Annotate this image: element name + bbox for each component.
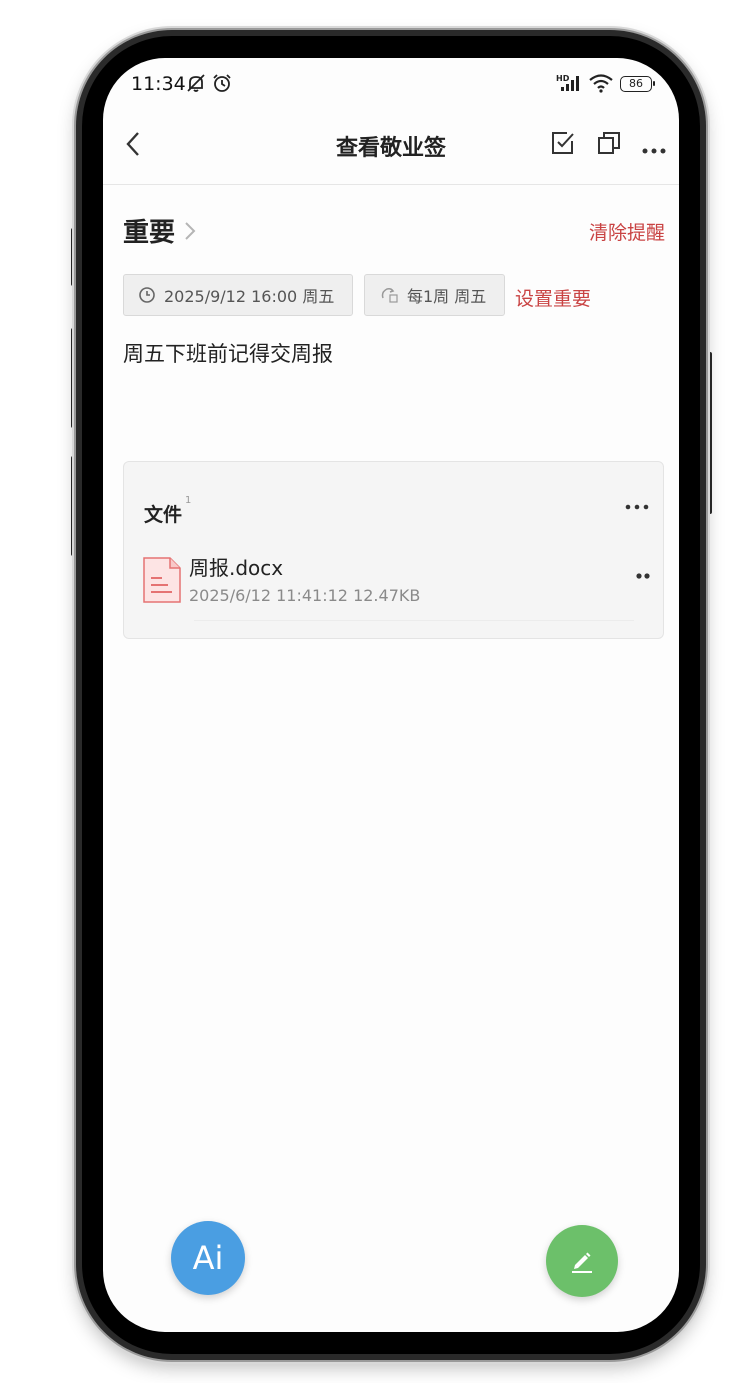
category-title[interactable]: 重要 bbox=[123, 212, 175, 249]
clear-reminder-link[interactable]: 清除提醒 bbox=[589, 218, 665, 245]
pencil-icon bbox=[572, 1252, 592, 1273]
repeat-text: 每1周 周五 bbox=[407, 287, 487, 306]
attachments-card: 文件 1 周报.docx 2025/6/12 11:41:12 12.47KB bbox=[123, 461, 664, 639]
battery-tip bbox=[653, 81, 655, 86]
attachments-title: 文件 bbox=[144, 504, 183, 526]
clock-icon bbox=[139, 287, 155, 303]
wifi-icon bbox=[588, 72, 614, 98]
file-meta: 2025/6/12 11:41:12 12.47KB bbox=[189, 586, 421, 605]
document-file-icon[interactable] bbox=[142, 556, 182, 608]
battery-indicator: 86 bbox=[620, 76, 652, 92]
reminder-datetime-text: 2025/9/12 16:00 周五 bbox=[164, 287, 335, 306]
checkbox-done-icon[interactable] bbox=[550, 130, 576, 160]
file-name[interactable]: 周报.docx bbox=[189, 552, 283, 581]
status-bar: 11:34 HD 86 bbox=[103, 58, 679, 110]
chevron-right-icon[interactable] bbox=[183, 220, 197, 246]
repeat-icon bbox=[381, 288, 398, 303]
page-title: 查看敬业签 bbox=[335, 136, 446, 161]
alarm-clock-icon bbox=[211, 72, 233, 98]
reminder-datetime-chip[interactable]: 2025/9/12 16:00 周五 bbox=[123, 274, 353, 316]
set-important-link[interactable]: 设置重要 bbox=[515, 284, 591, 311]
phone-power-button bbox=[705, 352, 712, 514]
ai-assistant-button[interactable]: Ai bbox=[171, 1221, 245, 1295]
more-options-icon[interactable] bbox=[642, 140, 666, 159]
header-bar: 查看敬业签 bbox=[103, 110, 679, 185]
attachments-count: 1 bbox=[185, 495, 192, 506]
phone-screen: 11:34 HD 86 查看敬业签 重要 清除提醒 2025/9/12 16:0… bbox=[103, 58, 679, 1332]
edit-note-button[interactable] bbox=[546, 1225, 618, 1297]
note-content[interactable]: 周五下班前记得交周报 bbox=[123, 338, 333, 368]
repeat-chip[interactable]: 每1周 周五 bbox=[364, 274, 505, 316]
copy-icon[interactable] bbox=[596, 130, 622, 160]
attachments-more-icon[interactable] bbox=[625, 496, 649, 515]
file-divider bbox=[194, 620, 634, 621]
muted-vibrate-icon bbox=[185, 72, 207, 98]
signal-icon bbox=[559, 73, 583, 97]
status-time: 11:34 bbox=[131, 73, 186, 95]
file-options-icon[interactable] bbox=[635, 565, 651, 584]
